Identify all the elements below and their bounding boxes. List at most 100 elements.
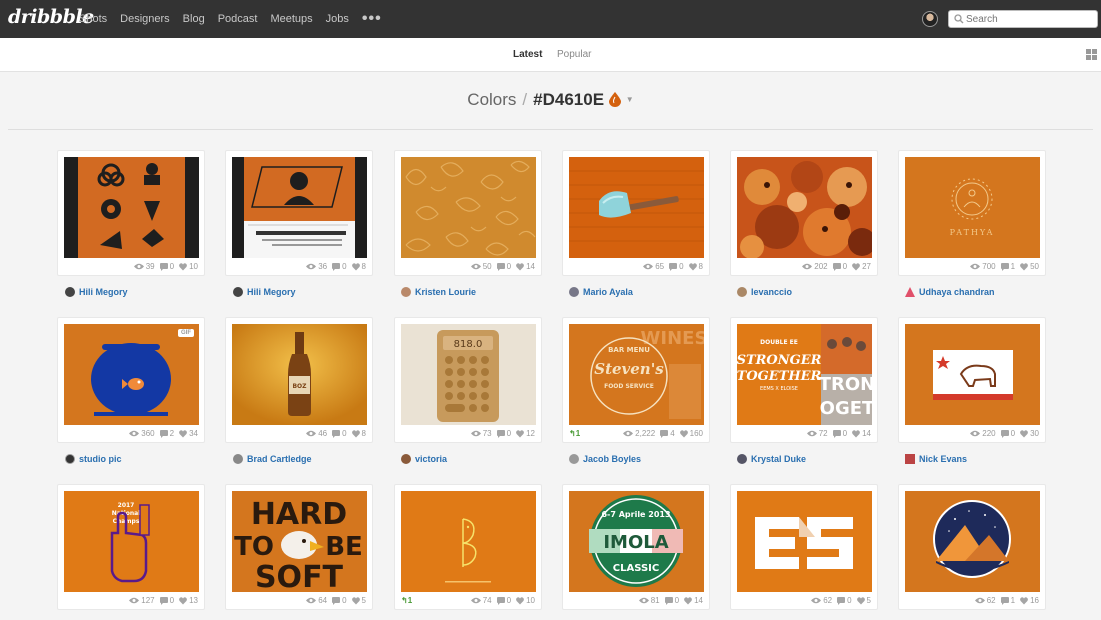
comments-count[interactable]: 0	[669, 262, 684, 271]
shot-thumbnail[interactable]: DOUBLE EE STRONGER TOGETHER EEMS X ELOIS…	[737, 324, 872, 425]
comments-count[interactable]: 0	[1000, 429, 1015, 438]
shot-thumbnail[interactable]: 2017 National Champs	[64, 491, 199, 592]
search-input[interactable]	[966, 12, 1094, 26]
comments-count[interactable]: 0	[332, 596, 347, 605]
shot-author[interactable]: Brad Cartledge	[233, 452, 312, 466]
tab-popular[interactable]: Popular	[557, 49, 591, 60]
shot-card[interactable]: PATHYA 700 1 50	[898, 150, 1046, 276]
likes-count[interactable]: 8	[351, 262, 366, 271]
likes-count[interactable]: 10	[516, 596, 535, 605]
shot-card[interactable]: 36 0 8	[225, 150, 373, 276]
color-drop-icon[interactable]	[609, 92, 622, 107]
shot-author[interactable]: victoria	[401, 452, 447, 466]
shot-author[interactable]: Mario Ayala	[569, 285, 633, 299]
shot-card[interactable]: 62 1 16	[898, 484, 1046, 610]
comments-count[interactable]: 0	[496, 429, 511, 438]
shot-thumbnail[interactable]: WINES BAR MENU Steven's FOOD SERVICE	[569, 324, 704, 425]
comments-count[interactable]: 1	[1000, 596, 1015, 605]
shot-thumbnail[interactable]: HARD TO BE SOFT	[232, 491, 367, 592]
shot-author[interactable]: Udhaya chandran	[905, 285, 995, 299]
shot-author[interactable]: levanccio	[737, 285, 792, 299]
author-name[interactable]: victoria	[415, 454, 447, 464]
likes-count[interactable]: 14	[852, 429, 871, 438]
likes-count[interactable]: 5	[856, 596, 871, 605]
nav-meetups[interactable]: Meetups	[270, 13, 312, 25]
nav-blog[interactable]: Blog	[183, 13, 205, 25]
rebound-count[interactable]: ↰1	[401, 596, 412, 605]
author-name[interactable]: Nick Evans	[919, 454, 967, 464]
comments-count[interactable]: 0	[159, 262, 174, 271]
nav-podcast[interactable]: Podcast	[218, 13, 258, 25]
comments-count[interactable]: 0	[832, 429, 847, 438]
shot-thumbnail[interactable]: BOZ	[232, 324, 367, 425]
author-name[interactable]: Brad Cartledge	[247, 454, 312, 464]
shot-thumbnail[interactable]	[737, 491, 872, 592]
shot-card[interactable]: 220 0 30	[898, 317, 1046, 443]
rebound-count[interactable]: ↰1	[569, 429, 580, 438]
shot-thumbnail[interactable]	[401, 157, 536, 258]
comments-count[interactable]: 0	[332, 429, 347, 438]
shot-card[interactable]: HARD TO BE SOFT 64 0 5	[225, 484, 373, 610]
comments-count[interactable]: 1	[1000, 262, 1015, 271]
shot-card[interactable]: GIF 360 2 34	[57, 317, 205, 443]
author-name[interactable]: Kristen Lourie	[415, 287, 476, 297]
shot-card[interactable]: 50 0 14	[394, 150, 542, 276]
shot-card[interactable]: 2017 National Champs 127 0 13	[57, 484, 205, 610]
author-name[interactable]: Mario Ayala	[583, 287, 633, 297]
author-name[interactable]: levanccio	[751, 287, 792, 297]
comments-count[interactable]: 0	[159, 596, 174, 605]
author-name[interactable]: Jacob Boyles	[583, 454, 641, 464]
comments-count[interactable]: 0	[496, 596, 511, 605]
comments-count[interactable]: 0	[664, 596, 679, 605]
likes-count[interactable]: 34	[179, 429, 198, 438]
comments-count[interactable]: 0	[496, 262, 511, 271]
shot-author[interactable]: studio pic	[65, 452, 122, 466]
author-name[interactable]: Udhaya chandran	[919, 287, 995, 297]
shot-author[interactable]: Hili Megory	[233, 285, 296, 299]
likes-count[interactable]: 14	[516, 262, 535, 271]
likes-count[interactable]: 8	[688, 262, 703, 271]
likes-count[interactable]: 8	[351, 429, 366, 438]
likes-count[interactable]: 12	[516, 429, 535, 438]
likes-count[interactable]: 14	[684, 596, 703, 605]
shot-thumbnail[interactable]	[64, 157, 199, 258]
comments-count[interactable]: 0	[832, 262, 847, 271]
likes-count[interactable]: 13	[179, 596, 198, 605]
likes-count[interactable]: 5	[351, 596, 366, 605]
likes-count[interactable]: 27	[852, 262, 871, 271]
comments-count[interactable]: 0	[837, 596, 852, 605]
shot-thumbnail[interactable]: PATHYA	[905, 157, 1040, 258]
author-name[interactable]: Hili Megory	[79, 287, 128, 297]
shot-card[interactable]: BOZ 46 0 8	[225, 317, 373, 443]
nav-jobs[interactable]: Jobs	[326, 13, 349, 25]
author-name[interactable]: studio pic	[79, 454, 122, 464]
likes-count[interactable]: 10	[179, 262, 198, 271]
shot-card[interactable]: 62 0 5	[730, 484, 878, 610]
shot-card[interactable]: 818.0 73 0 12	[394, 317, 542, 443]
shot-card[interactable]: DOUBLE EE STRONGER TOGETHER EEMS X ELOIS…	[730, 317, 878, 443]
colors-link[interactable]: Colors	[467, 90, 516, 109]
likes-count[interactable]: 160	[679, 429, 703, 438]
tab-latest[interactable]: Latest	[513, 49, 542, 60]
author-name[interactable]: Hili Megory	[247, 287, 296, 297]
shot-thumbnail[interactable]: 6-7 Aprile 2013 IMOLA CLASSIC	[569, 491, 704, 592]
shot-thumbnail[interactable]	[569, 157, 704, 258]
shot-author[interactable]: Jacob Boyles	[569, 452, 641, 466]
shot-thumbnail[interactable]	[905, 324, 1040, 425]
grid-view-icon[interactable]	[1086, 49, 1097, 60]
nav-designers[interactable]: Designers	[120, 13, 170, 25]
shot-card[interactable]: WINES BAR MENU Steven's FOOD SERVICE 2,2…	[562, 317, 710, 443]
search-box[interactable]	[948, 10, 1098, 28]
chevron-down-icon[interactable]: ▼	[626, 95, 634, 104]
likes-count[interactable]: 16	[1020, 596, 1039, 605]
comments-count[interactable]: 0	[332, 262, 347, 271]
shot-author[interactable]: Nick Evans	[905, 452, 967, 466]
shot-card[interactable]: 202 0 27	[730, 150, 878, 276]
shot-thumbnail[interactable]	[905, 491, 1040, 592]
more-menu-icon[interactable]: •••	[362, 10, 382, 28]
shot-author[interactable]: Hili Megory	[65, 285, 128, 299]
author-name[interactable]: Krystal Duke	[751, 454, 806, 464]
shot-thumbnail[interactable]	[737, 157, 872, 258]
shot-thumbnail[interactable]	[401, 491, 536, 592]
comments-count[interactable]: 2	[159, 429, 174, 438]
